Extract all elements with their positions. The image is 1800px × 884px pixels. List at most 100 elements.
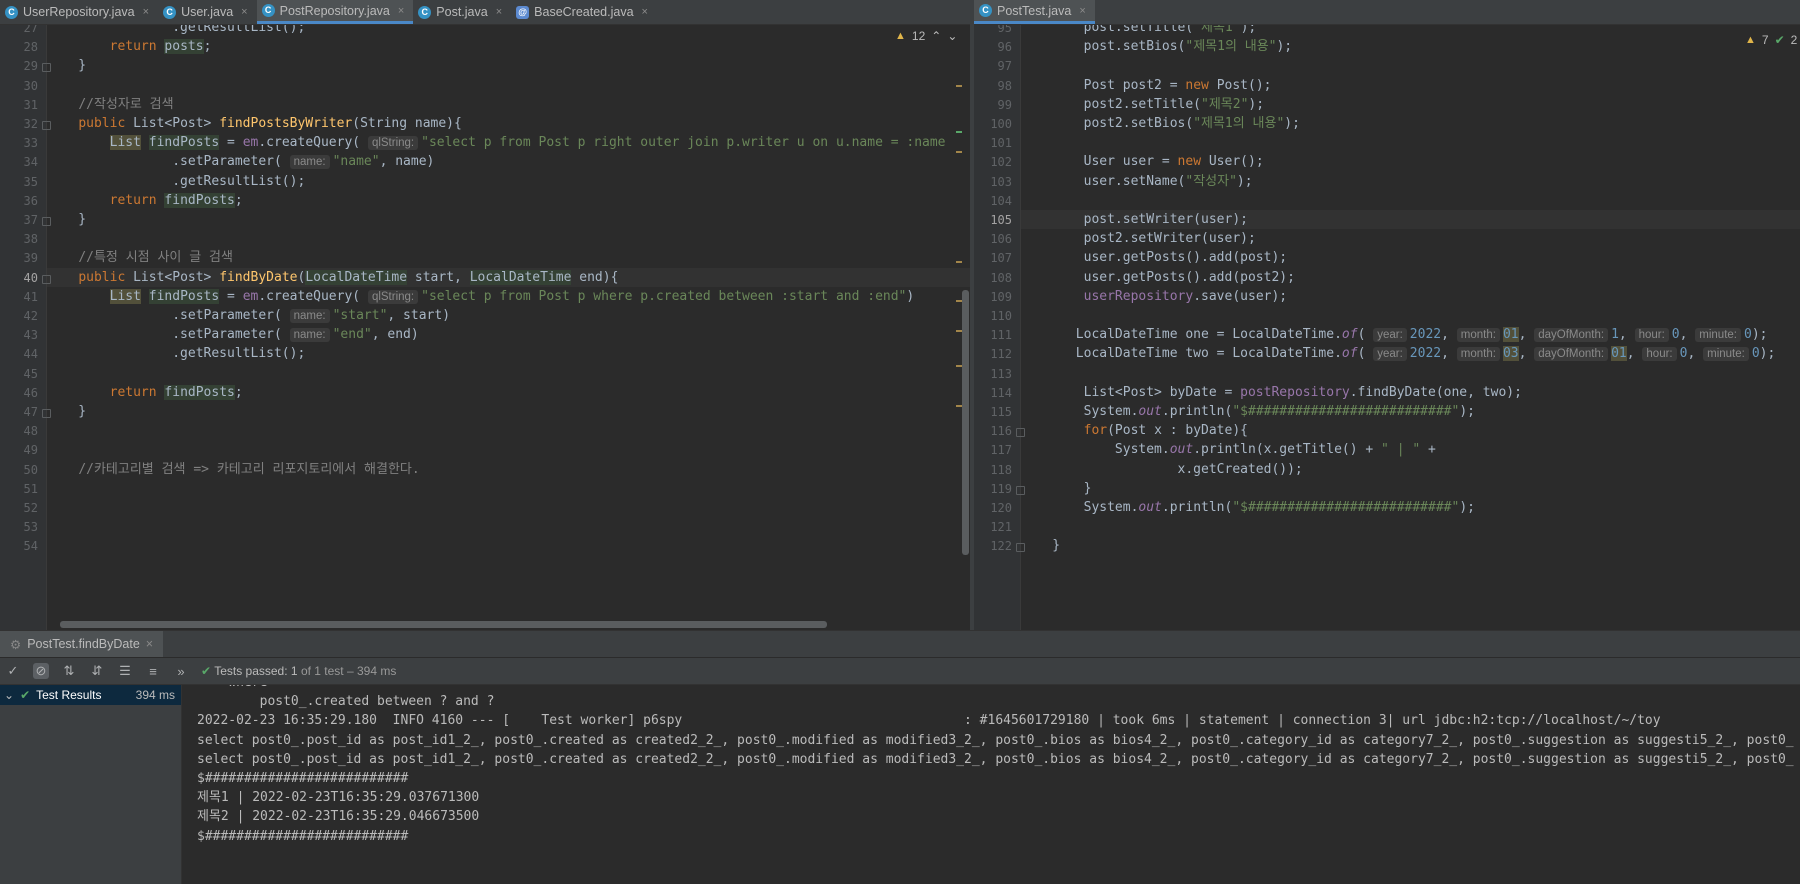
code-line[interactable]: } xyxy=(1021,536,1800,555)
scroll-marker[interactable] xyxy=(956,85,962,87)
code-line[interactable]: x.getCreated()); xyxy=(1021,460,1800,479)
chevron-up-icon[interactable]: ⌃ xyxy=(931,29,941,43)
more-icon[interactable]: » xyxy=(173,663,189,679)
fold-marker-icon[interactable] xyxy=(1016,485,1025,495)
code-line[interactable] xyxy=(1021,364,1800,383)
inspection-widget[interactable]: ▲ 7 ✔ 2 xyxy=(1745,33,1797,47)
code-line[interactable]: post.setTitle("제목1"); xyxy=(1021,25,1800,37)
code-line[interactable] xyxy=(47,536,970,555)
fold-marker-icon[interactable] xyxy=(1016,428,1025,438)
line-number-gutter[interactable]: 27 28 29 30 31 32 33 34 35 36 37 38 39 40 41 42 43 44 45 46… xyxy=(0,25,47,630)
close-icon[interactable]: × xyxy=(146,637,153,651)
code-line[interactable]: .getResultList(); xyxy=(47,172,970,191)
editor-pane-left[interactable]: 27 28 29 30 31 32 33 34 35 36 37 38 39 40 41 42 43 44 45 46… xyxy=(0,25,970,630)
tab-userrepository-java[interactable]: C UserRepository.java × xyxy=(0,0,158,24)
code-line[interactable]: List<Post> byDate = postRepository.findB… xyxy=(1021,383,1800,402)
code-line[interactable]: .getResultList(); xyxy=(47,25,970,37)
code-line[interactable] xyxy=(47,229,970,248)
fold-marker-icon[interactable] xyxy=(42,217,51,226)
code-line[interactable]: System.out.println("$###################… xyxy=(1021,498,1800,517)
scroll-marker[interactable] xyxy=(956,261,962,263)
code-line[interactable]: post2.setTitle("제목2"); xyxy=(1021,95,1800,114)
close-icon[interactable]: × xyxy=(1079,5,1085,17)
code-area-posttest[interactable]: post.setTitle("제목1"); post.setBios("제목1의… xyxy=(1021,25,1800,630)
code-line[interactable]: .getResultList(); xyxy=(47,344,970,363)
code-line[interactable]: .setParameter( name: "start", start) xyxy=(47,306,970,325)
tree-node-test-results[interactable]: ⌄ ✔ Test Results 394 ms xyxy=(0,685,181,705)
code-line[interactable]: userRepository.save(user); xyxy=(1021,287,1800,306)
code-line[interactable] xyxy=(47,479,970,498)
code-line[interactable]: post.setWriter(user); xyxy=(1021,210,1800,229)
code-line[interactable] xyxy=(1021,56,1800,75)
code-line[interactable]: post2.setWriter(user); xyxy=(1021,229,1800,248)
close-icon[interactable]: × xyxy=(398,5,404,17)
close-icon[interactable]: × xyxy=(241,6,247,18)
chevron-down-icon[interactable]: ⌄ xyxy=(947,29,957,43)
show-ignored-icon[interactable]: ⊘ xyxy=(33,663,49,679)
tab-basecreated-java[interactable]: @ BaseCreated.java × xyxy=(511,0,657,24)
tab-posttest-java[interactable]: C PostTest.java × xyxy=(974,0,1095,24)
close-icon[interactable]: × xyxy=(143,6,149,18)
fold-marker-icon[interactable] xyxy=(42,274,51,284)
code-line[interactable]: post2.setBios("제목1의 내용"); xyxy=(1021,114,1800,133)
sort-alphabetically-icon[interactable]: ⇅ xyxy=(61,663,77,679)
close-icon[interactable]: × xyxy=(642,6,648,18)
code-line[interactable]: LocalDateTime two = LocalDateTime.of( ye… xyxy=(1021,344,1800,363)
code-line[interactable] xyxy=(47,421,970,440)
code-line[interactable]: .setParameter( name: "end", end) xyxy=(47,325,970,344)
code-line[interactable]: return findPosts; xyxy=(47,191,970,210)
scroll-marker[interactable] xyxy=(956,131,962,133)
run-tab[interactable]: ⚙ PostTest.findByDate × xyxy=(0,631,164,657)
fold-marker-icon[interactable] xyxy=(42,63,51,73)
code-line[interactable]: public List<Post> findPostsByWriter(Stri… xyxy=(47,114,970,133)
code-line[interactable]: return findPosts; xyxy=(47,383,970,402)
code-line[interactable] xyxy=(47,76,970,95)
tab-user-java[interactable]: C User.java × xyxy=(158,0,257,24)
fold-marker-icon[interactable] xyxy=(42,121,51,130)
scroll-marker[interactable] xyxy=(956,151,962,153)
vertical-scrollbar[interactable] xyxy=(962,290,969,555)
code-line[interactable]: } xyxy=(47,402,970,421)
code-line[interactable]: //특정 시점 사이 글 검색 xyxy=(47,248,970,267)
console-output[interactable]: where post0_.created between ? and ? 2022… xyxy=(182,685,1800,884)
code-line[interactable]: List findPosts = em.createQuery( qlStrin… xyxy=(47,133,970,152)
code-line[interactable] xyxy=(47,498,970,517)
chevron-down-icon[interactable]: ⌄ xyxy=(4,688,14,702)
code-line[interactable] xyxy=(47,440,970,459)
code-line[interactable]: System.out.println(x.getTitle() + " | " … xyxy=(1021,440,1800,459)
code-line[interactable]: } xyxy=(1021,479,1800,498)
close-icon[interactable]: × xyxy=(496,6,502,18)
code-line[interactable]: user.getPosts().add(post); xyxy=(1021,248,1800,267)
code-line[interactable] xyxy=(1021,306,1800,325)
line-number-gutter[interactable]: 95 96 97 98 99 100 101 102 103 104 105 106 107 108 109… xyxy=(974,25,1021,630)
code-line[interactable]: .setParameter( name: "name", name) xyxy=(47,152,970,171)
code-line[interactable] xyxy=(1021,133,1800,152)
code-line[interactable]: public List<Post> findByDate(LocalDateTi… xyxy=(47,267,970,287)
code-line[interactable] xyxy=(1021,191,1800,210)
code-line[interactable]: //작성자로 검색 xyxy=(47,95,970,114)
code-line[interactable]: for(Post x : byDate){ xyxy=(1021,421,1800,440)
code-line[interactable] xyxy=(1021,517,1800,536)
code-line[interactable]: User user = new User(); xyxy=(1021,152,1800,171)
code-line[interactable]: LocalDateTime one = LocalDateTime.of( ye… xyxy=(1021,325,1800,344)
code-line[interactable]: //카테고리별 검색 => 카테고리 리포지토리에서 해결한다. xyxy=(47,460,970,479)
collapse-all-icon[interactable]: ≡ xyxy=(145,663,161,679)
code-line[interactable]: user.getPosts().add(post2); xyxy=(1021,268,1800,287)
sort-by-duration-icon[interactable]: ⇵ xyxy=(89,663,105,679)
code-line[interactable] xyxy=(47,517,970,536)
code-line[interactable]: } xyxy=(47,210,970,229)
code-area-postrepository[interactable]: .getResultList(); return posts; } //작성자로… xyxy=(47,25,970,630)
tab-postrepository-java[interactable]: C PostRepository.java × xyxy=(256,0,414,24)
code-line[interactable] xyxy=(47,364,970,383)
code-line[interactable]: return posts; xyxy=(47,37,970,56)
inspection-widget[interactable]: ▲ 12 ⌃ ⌄ xyxy=(895,29,957,43)
horizontal-scrollbar[interactable] xyxy=(60,621,827,628)
code-line[interactable]: System.out.println("$###################… xyxy=(1021,402,1800,421)
show-passed-icon[interactable]: ✓ xyxy=(5,663,21,679)
fold-marker-icon[interactable] xyxy=(42,409,51,418)
tab-post-java[interactable]: C Post.java × xyxy=(413,0,511,24)
code-line[interactable]: post.setBios("제목1의 내용"); xyxy=(1021,37,1800,56)
code-line[interactable]: user.setName("작성자"); xyxy=(1021,172,1800,191)
editor-pane-right[interactable]: 95 96 97 98 99 100 101 102 103 104 105 106 107 108 109… xyxy=(974,25,1800,630)
test-results-tree[interactable]: ⌄ ✔ Test Results 394 ms xyxy=(0,685,182,884)
